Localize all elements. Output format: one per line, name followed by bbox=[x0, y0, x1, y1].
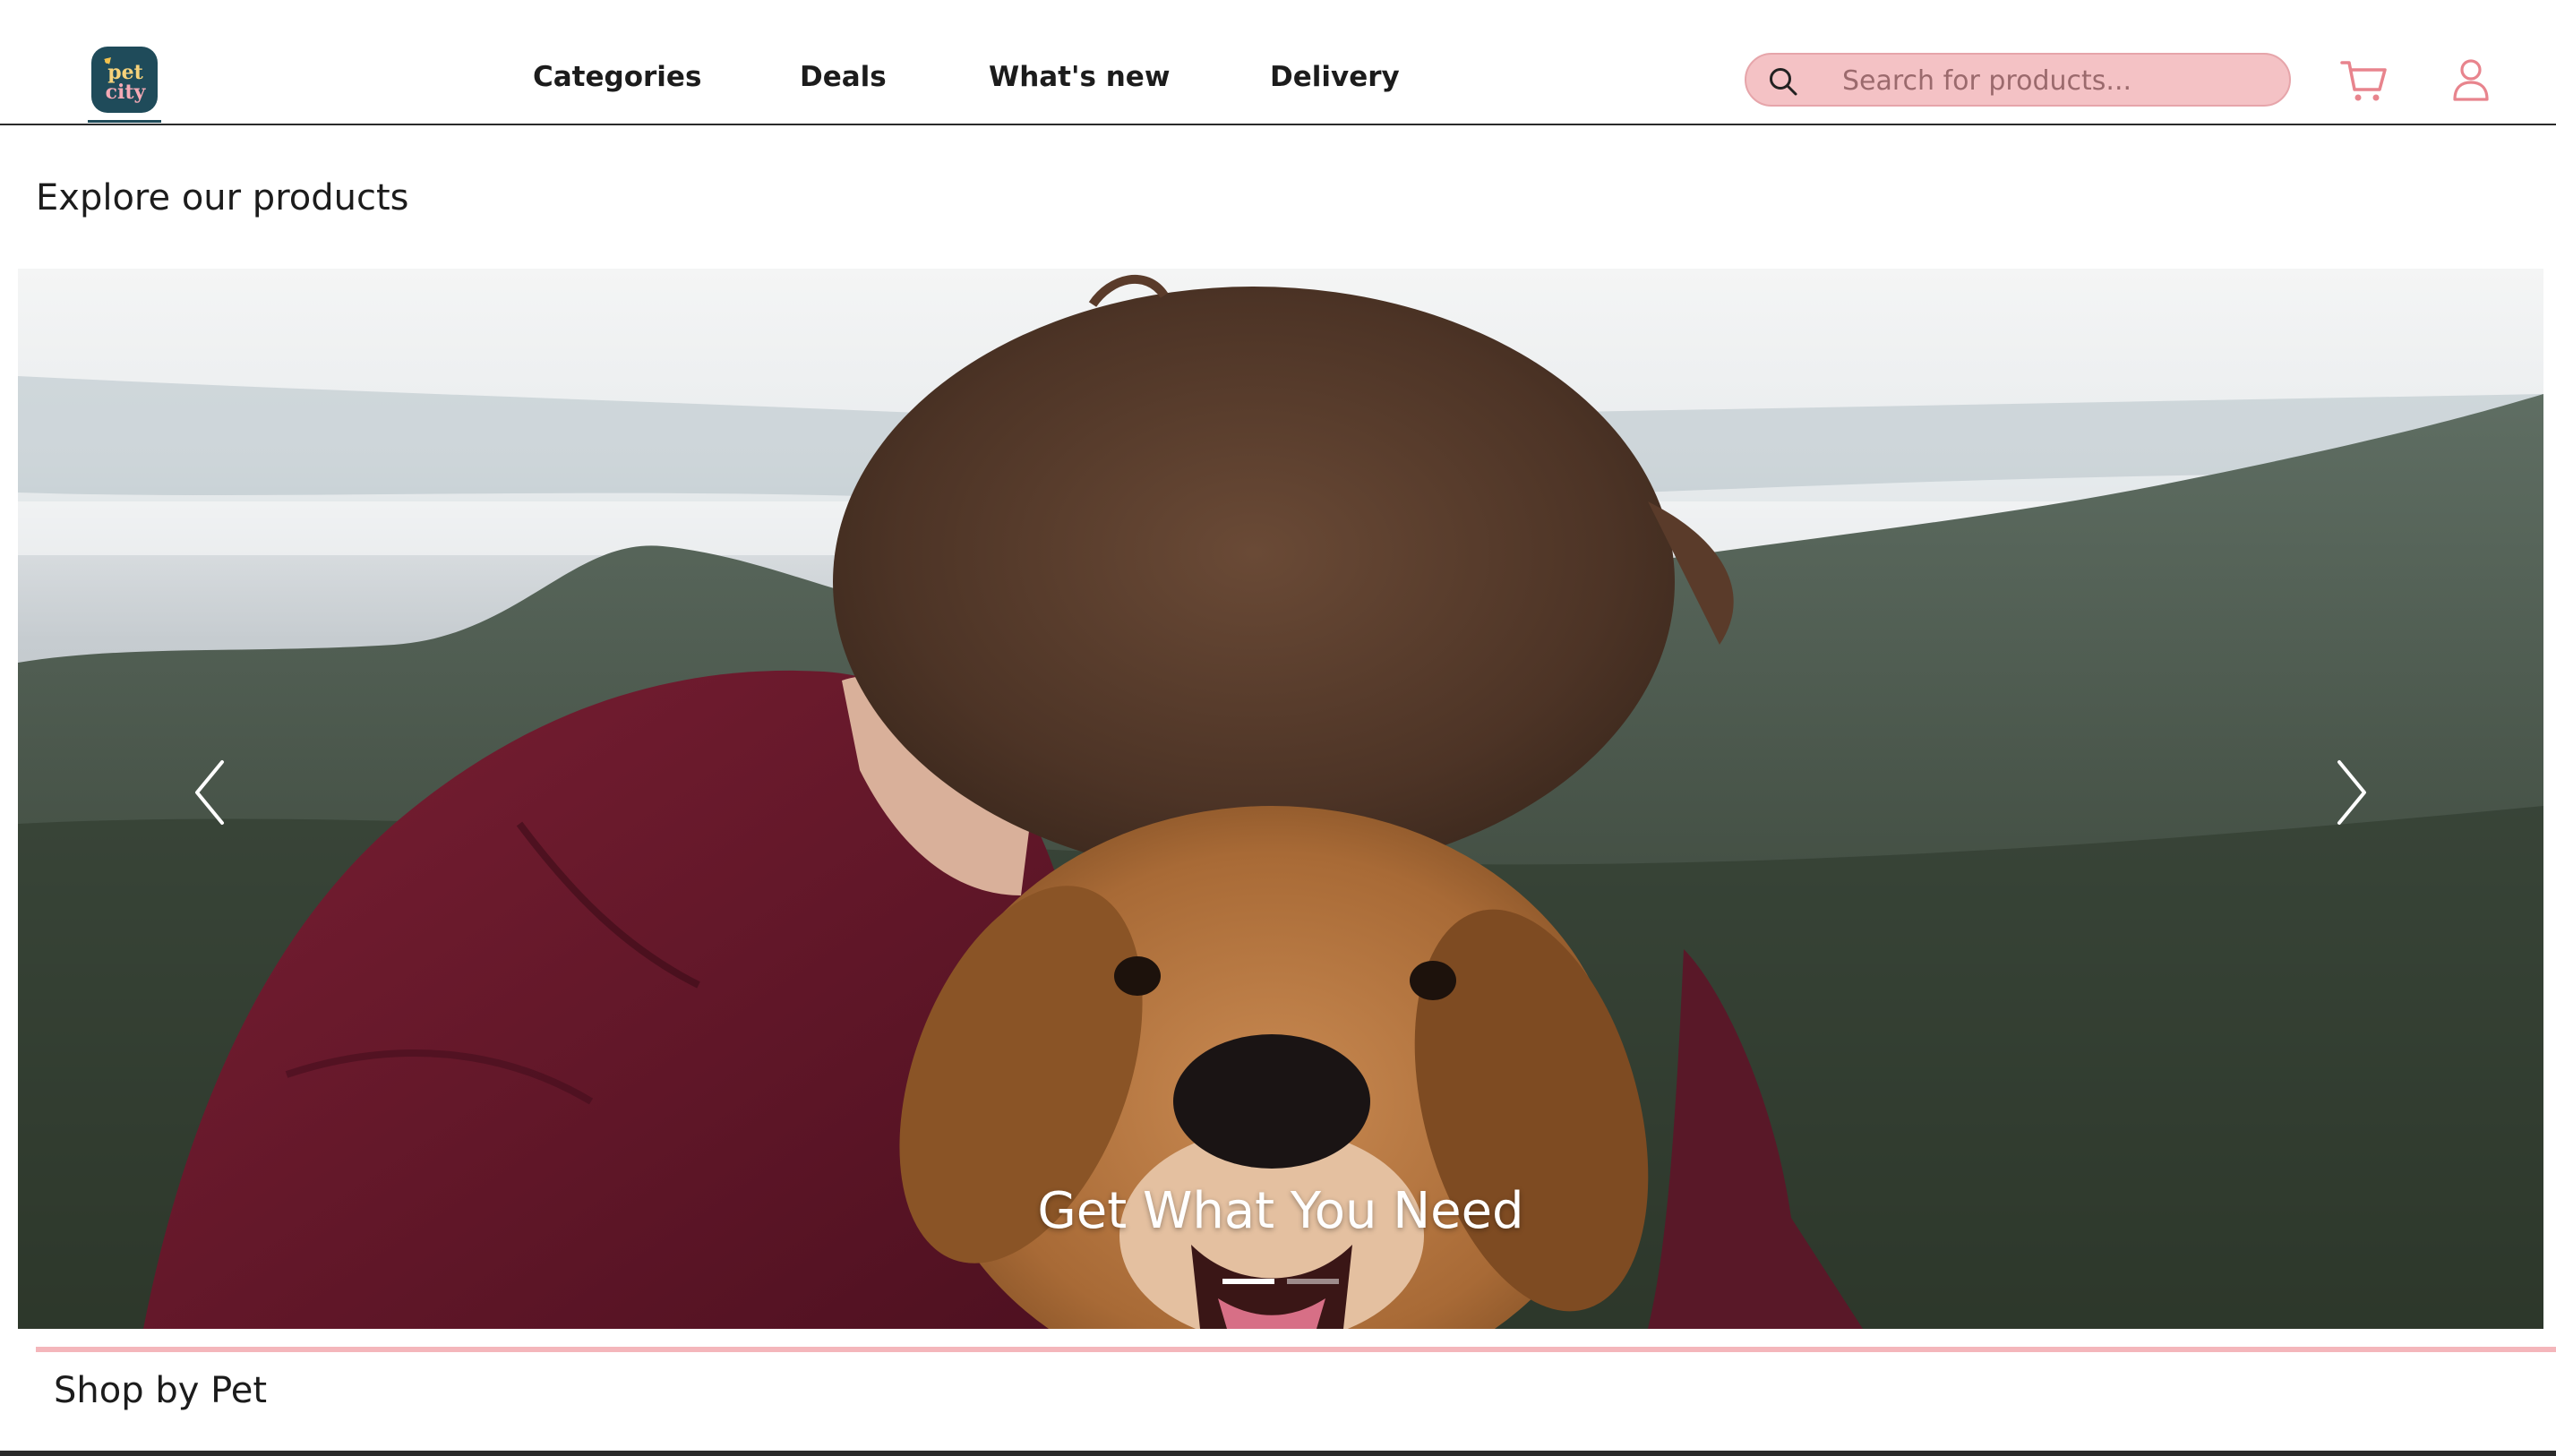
page: pet city Categories Deals What's new Del… bbox=[0, 0, 2556, 1456]
hero-image bbox=[18, 269, 2543, 1329]
site-header: pet city Categories Deals What's new Del… bbox=[0, 0, 2556, 125]
carousel-indicators bbox=[1222, 1279, 1339, 1286]
bottom-border bbox=[0, 1451, 2556, 1456]
section-title: Explore our products bbox=[36, 177, 409, 218]
cart-icon[interactable] bbox=[2339, 57, 2388, 104]
nav-delivery[interactable]: Delivery bbox=[1270, 61, 1400, 93]
section-divider bbox=[36, 1347, 2556, 1352]
search-bar bbox=[1745, 53, 2291, 107]
carousel-indicator-1[interactable] bbox=[1222, 1279, 1274, 1284]
carousel-indicator-2[interactable] bbox=[1287, 1279, 1339, 1284]
carousel-next-button[interactable] bbox=[2329, 757, 2373, 828]
hero-carousel: Get What You Need bbox=[18, 269, 2543, 1329]
nav-categories[interactable]: Categories bbox=[533, 61, 701, 93]
search-icon[interactable] bbox=[1768, 66, 1798, 97]
search-input[interactable] bbox=[1840, 62, 2274, 99]
logo-text-city: city bbox=[106, 81, 147, 104]
logo-graphic: pet city bbox=[104, 57, 147, 104]
pet-city-logo: pet city bbox=[91, 47, 158, 113]
nav-whats-new[interactable]: What's new bbox=[989, 61, 1170, 93]
carousel-prev-button[interactable] bbox=[188, 757, 233, 828]
shop-by-pet-title: Shop by Pet bbox=[54, 1370, 268, 1411]
user-icon[interactable] bbox=[2452, 57, 2490, 102]
carousel-caption: Get What You Need bbox=[1037, 1182, 1524, 1240]
nav-deals[interactable]: Deals bbox=[800, 61, 887, 93]
logo-link[interactable]: pet city bbox=[88, 45, 161, 123]
